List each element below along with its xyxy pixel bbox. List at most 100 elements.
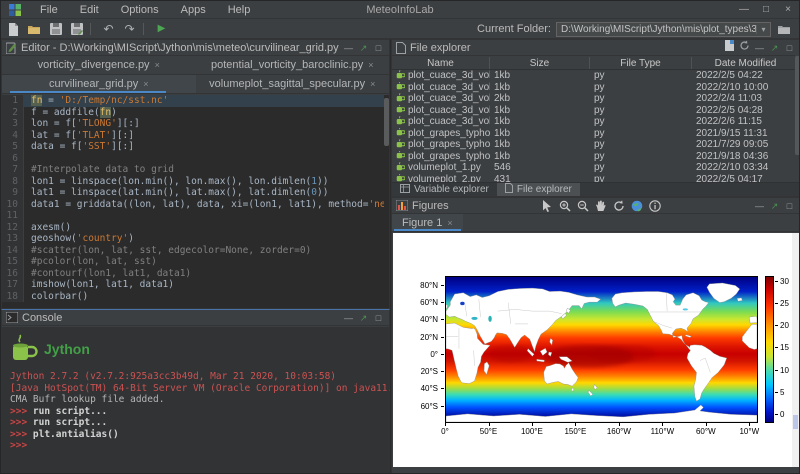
code-text: data1 = griddata((lon, lat), data, xi=(l… xyxy=(24,199,389,211)
code-line[interactable]: 11 xyxy=(2,210,389,222)
code-text: geoshow('country') xyxy=(24,233,389,245)
editor-tab[interactable]: potential_vorticity_baroclinic.py× xyxy=(196,56,390,74)
code-line[interactable]: 3lon = f['TLONG'][:] xyxy=(2,118,389,130)
code-line[interactable]: 18colorbar() xyxy=(2,291,389,303)
table-row[interactable]: plot_grapes_typhoon_v...1kbpy2021/9/18 0… xyxy=(392,151,800,163)
line-number: 3 xyxy=(2,118,24,130)
menu-edit[interactable]: Edit xyxy=(71,3,108,17)
menu-options[interactable]: Options xyxy=(112,3,168,17)
figure-canvas[interactable]: 0°50°E100°E150°E160°W110°W60°W10°W80°N60… xyxy=(393,233,792,467)
editor-tab-label: vorticity_divergence.py xyxy=(38,59,150,71)
current-folder-combobox[interactable]: D:\Working\MIScript\Jython\mis\plot_type… xyxy=(556,22,771,37)
tab-variable-explorer[interactable]: Variable explorer xyxy=(392,183,497,196)
window-close-icon[interactable]: × xyxy=(777,1,799,18)
table-row[interactable]: plot_cuace_3d_volume_...2kbpy2022/2/4 11… xyxy=(392,93,800,105)
window-minimize-icon[interactable]: — xyxy=(733,1,755,18)
menu-help[interactable]: Help xyxy=(219,3,260,17)
code-editor[interactable]: 1fn = 'D:/Temp/nc/sst.nc'2f = addfile(fn… xyxy=(2,95,389,308)
column-header[interactable]: Date Modified xyxy=(692,57,800,69)
editor-scrollbar[interactable] xyxy=(384,95,389,308)
code-line[interactable]: 7#Interpolate data to grid xyxy=(2,164,389,176)
table-row[interactable]: plot_cuace_3d_volume_...1kbpy2022/2/5 04… xyxy=(392,105,800,117)
code-line[interactable]: 14#scatter(lon, lat, sst, edgecolor=None… xyxy=(2,245,389,257)
code-line[interactable]: 2f = addfile(fn) xyxy=(2,107,389,119)
code-line[interactable]: 9lat1 = linspace(lat.min(), lat.max(), l… xyxy=(2,187,389,199)
figure-scrollbar[interactable] xyxy=(792,233,799,467)
window-maximize-icon[interactable]: □ xyxy=(755,1,777,18)
new-file-icon[interactable] xyxy=(5,22,22,37)
menu-apps[interactable]: Apps xyxy=(172,3,215,17)
column-header[interactable]: Size xyxy=(490,57,590,69)
tab-figure-1[interactable]: Figure 1 × xyxy=(392,214,463,231)
table-row[interactable]: volumeplot_2.py431py2022/2/5 04:17 xyxy=(392,174,800,183)
code-line[interactable]: 6 xyxy=(2,153,389,165)
code-line[interactable]: 10data1 = griddata((lon, lat), data, xi=… xyxy=(2,199,389,211)
console-output[interactable]: Jython Jython 2.7.2 (v2.7.2:925a3cc3b49d… xyxy=(2,327,389,474)
editor-tab[interactable]: curvilinear_grid.py× xyxy=(2,75,196,93)
identify-info-icon[interactable] xyxy=(647,199,662,213)
panel-maximize-icon[interactable]: □ xyxy=(372,311,385,325)
editor-tab[interactable]: volumeplot_sagittal_specular.py× xyxy=(196,75,390,93)
code-text: data = f['SST'][:] xyxy=(24,141,389,153)
zoom-in-icon[interactable] xyxy=(557,199,572,213)
code-line[interactable]: 13geoshow('country') xyxy=(2,233,389,245)
code-line[interactable]: 16#contourf(lon1, lat1, data1) xyxy=(2,268,389,280)
editor-tab[interactable]: vorticity_divergence.py × xyxy=(2,56,196,74)
panel-float-icon[interactable]: ↗ xyxy=(768,41,781,55)
code-line[interactable]: 12axesm() xyxy=(2,222,389,234)
panel-float-icon[interactable]: ↗ xyxy=(357,311,370,325)
panel-minimize-icon[interactable]: — xyxy=(753,199,766,213)
pan-hand-icon[interactable] xyxy=(593,199,608,213)
column-header[interactable]: File Type xyxy=(590,57,692,69)
code-line[interactable]: 15#pcolor(lon, lat, sst) xyxy=(2,256,389,268)
editor-title: Editor - D:\Working\MIScript\Jython\mis\… xyxy=(21,42,339,54)
table-row[interactable]: plot_cuace_3d_volume.py1kbpy2022/2/10 10… xyxy=(392,82,800,94)
run-script-icon[interactable]: ▶ xyxy=(153,22,170,37)
file-table-scrollbar[interactable] xyxy=(795,54,800,196)
code-line[interactable]: 4lat = f['TLAT'][:] xyxy=(2,130,389,142)
vertical-splitter[interactable] xyxy=(390,39,391,473)
close-icon[interactable]: × xyxy=(143,79,148,89)
table-row[interactable]: plot_cuace_3d_volume_s...1kbpy2022/2/6 1… xyxy=(392,116,800,128)
globe-extent-icon[interactable] xyxy=(629,199,644,213)
undo-icon[interactable]: ↶ xyxy=(100,22,117,37)
close-icon[interactable]: × xyxy=(370,79,375,89)
panel-maximize-icon[interactable]: □ xyxy=(783,199,796,213)
column-header[interactable]: Name xyxy=(392,57,490,69)
table-row[interactable]: plot_grapes_typhoon_v...1kbpy2021/7/29 0… xyxy=(392,139,800,151)
code-line[interactable]: 5data = f['SST'][:] xyxy=(2,141,389,153)
close-icon[interactable]: × xyxy=(368,60,373,70)
zoom-out-icon[interactable] xyxy=(575,199,590,213)
save-icon[interactable] xyxy=(47,22,64,37)
code-line[interactable]: 1fn = 'D:/Temp/nc/sst.nc' xyxy=(2,95,389,107)
console-line: Jython 2.7.2 (v2.7.2:925a3cc3b49d, Mar 2… xyxy=(10,371,389,383)
tab-file-explorer[interactable]: File explorer xyxy=(497,183,580,196)
panel-maximize-icon[interactable]: □ xyxy=(372,41,385,55)
panel-maximize-icon[interactable]: □ xyxy=(783,41,796,55)
table-row[interactable]: plot_cuace_3d_volume-...1kbpy2022/2/5 04… xyxy=(392,70,800,82)
close-icon[interactable]: × xyxy=(447,218,452,228)
close-icon[interactable]: × xyxy=(155,60,160,70)
panel-minimize-icon[interactable]: — xyxy=(342,311,355,325)
code-line[interactable]: 17imshow(lon1, lat1, data1) xyxy=(2,279,389,291)
table-row[interactable]: plot_grapes_typhoon_v...1kbpy2021/9/15 1… xyxy=(392,128,800,140)
redo-icon[interactable]: ↷ xyxy=(121,22,138,37)
refresh-icon[interactable] xyxy=(738,40,751,55)
browse-folder-icon[interactable] xyxy=(775,22,793,37)
panel-minimize-icon[interactable]: — xyxy=(753,41,766,55)
rotate-icon[interactable] xyxy=(611,199,626,213)
colorbar-tick-label: 10 xyxy=(780,366,789,375)
select-cursor-icon[interactable] xyxy=(539,199,554,213)
table-row[interactable]: volumeplot_1.py546py2022/2/10 03:34 xyxy=(392,162,800,174)
open-file-icon[interactable] xyxy=(26,22,43,37)
file-size-cell: 1kb xyxy=(490,128,590,140)
save-as-icon[interactable] xyxy=(68,22,85,37)
panel-minimize-icon[interactable]: — xyxy=(342,41,355,55)
menu-file[interactable]: File xyxy=(31,3,67,17)
panel-float-icon[interactable]: ↗ xyxy=(357,41,370,55)
code-text: #Interpolate data to grid xyxy=(24,164,389,176)
new-document-icon[interactable] xyxy=(723,40,736,55)
chevron-down-icon[interactable]: ▾ xyxy=(756,25,770,34)
panel-float-icon[interactable]: ↗ xyxy=(768,199,781,213)
code-line[interactable]: 8lon1 = linspace(lon.min(), lon.max(), l… xyxy=(2,176,389,188)
